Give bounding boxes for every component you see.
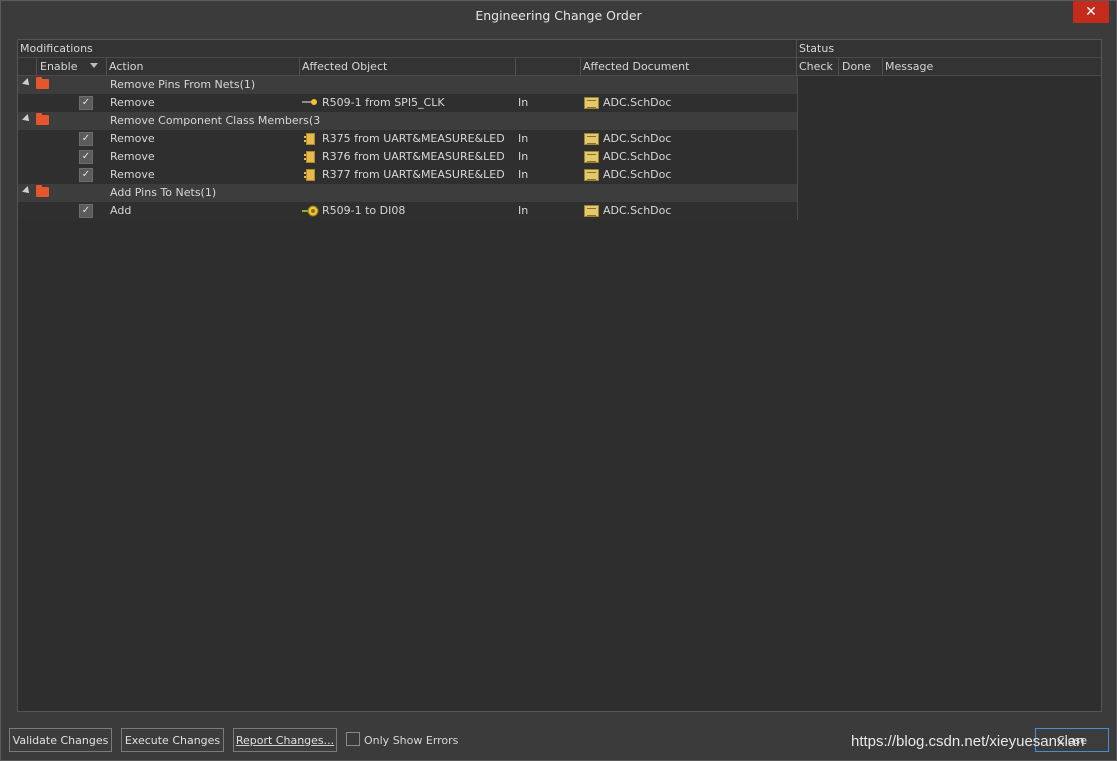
report-changes-button[interactable]: Report Changes...: [233, 728, 337, 752]
group-label: Remove Component Class Members(3: [110, 114, 321, 127]
change-row[interactable]: ✓ Remove R375 from UART&MEASURE&LED In A…: [18, 130, 798, 148]
component-icon: [304, 169, 315, 181]
change-row[interactable]: ✓ Add R509-1 to DI08 In ADC.SchDoc: [18, 202, 798, 220]
component-icon: [304, 151, 315, 163]
group-row[interactable]: Remove Component Class Members(3: [18, 112, 798, 130]
enable-checkbox[interactable]: ✓: [79, 132, 93, 146]
title-bar: Engineering Change Order ✕: [1, 1, 1116, 31]
group-label: Add Pins To Nets(1): [110, 186, 217, 199]
ecp-dialog: Engineering Change Order ✕ Modifications…: [0, 0, 1117, 761]
changes-grid: Modifications Status Enable Action Affec…: [17, 39, 1102, 712]
schdoc-icon: [584, 97, 599, 109]
schdoc-icon: [584, 169, 599, 181]
direction-cell: In: [518, 204, 529, 217]
header-row-columns: Enable Action Affected Object Affected D…: [18, 58, 1101, 76]
folder-icon: [36, 77, 49, 89]
folder-icon: [36, 113, 49, 125]
enable-checkbox[interactable]: ✓: [79, 168, 93, 182]
folder-icon: [36, 185, 49, 197]
affected-object-cell: R375 from UART&MEASURE&LED: [322, 132, 505, 145]
check-column-header[interactable]: Check: [799, 60, 833, 73]
action-cell: Remove: [110, 132, 155, 145]
direction-cell: In: [518, 96, 529, 109]
enable-checkbox[interactable]: ✓: [79, 96, 93, 110]
affected-document-cell: ADC.SchDoc: [603, 168, 672, 181]
affected-object-cell: R376 from UART&MEASURE&LED: [322, 150, 505, 163]
group-row[interactable]: Add Pins To Nets(1): [18, 184, 798, 202]
action-cell: Remove: [110, 168, 155, 181]
action-column-header[interactable]: Action: [109, 60, 143, 73]
collapse-triangle-icon[interactable]: [22, 114, 32, 124]
change-row[interactable]: ✓ Remove R376 from UART&MEASURE&LED In A…: [18, 148, 798, 166]
change-row[interactable]: ✓ Remove R509-1 from SPI5_CLK In ADC.Sch…: [18, 94, 798, 112]
affected-object-cell: R509-1 to DI08: [322, 204, 406, 217]
affected-object-cell: R509-1 from SPI5_CLK: [322, 96, 445, 109]
schdoc-icon: [584, 205, 599, 217]
message-column-header[interactable]: Message: [885, 60, 933, 73]
component-icon: [304, 133, 315, 145]
group-row[interactable]: Remove Pins From Nets(1): [18, 76, 798, 94]
filter-dropdown-icon[interactable]: [90, 63, 98, 68]
pin-icon: [302, 97, 318, 107]
dialog-title: Engineering Change Order: [475, 8, 642, 23]
enable-column-header[interactable]: Enable: [40, 60, 77, 73]
only-show-errors-label: Only Show Errors: [364, 734, 459, 747]
action-cell: Remove: [110, 96, 155, 109]
collapse-triangle-icon[interactable]: [22, 186, 32, 196]
close-window-icon[interactable]: ✕: [1073, 1, 1109, 23]
affected-document-cell: ADC.SchDoc: [603, 150, 672, 163]
watermark-url: https://blog.csdn.net/xieyuesanxian: [851, 733, 1085, 750]
schdoc-icon: [584, 151, 599, 163]
affected-object-cell: R377 from UART&MEASURE&LED: [322, 168, 505, 181]
done-column-header[interactable]: Done: [842, 60, 871, 73]
modifications-header: Modifications: [20, 42, 93, 55]
direction-cell: In: [518, 132, 529, 145]
affected-document-column-header[interactable]: Affected Document: [583, 60, 689, 73]
affected-object-column-header[interactable]: Affected Object: [302, 60, 387, 73]
affected-document-cell: ADC.SchDoc: [603, 96, 672, 109]
affected-document-cell: ADC.SchDoc: [603, 204, 672, 217]
direction-cell: In: [518, 150, 529, 163]
enable-checkbox[interactable]: ✓: [79, 150, 93, 164]
status-header: Status: [799, 42, 835, 55]
only-show-errors-checkbox[interactable]: [346, 732, 360, 746]
affected-document-cell: ADC.SchDoc: [603, 132, 672, 145]
group-label: Remove Pins From Nets(1): [110, 78, 256, 91]
execute-changes-button[interactable]: Execute Changes: [121, 728, 224, 752]
action-cell: Remove: [110, 150, 155, 163]
validate-changes-button[interactable]: Validate Changes: [9, 728, 112, 752]
schdoc-icon: [584, 133, 599, 145]
header-row-top: Modifications Status: [18, 40, 1101, 58]
action-cell: Add: [110, 204, 132, 217]
direction-cell: In: [518, 168, 529, 181]
add-pin-icon: [302, 205, 320, 217]
collapse-triangle-icon[interactable]: [22, 78, 32, 88]
status-column-divider: [797, 76, 798, 220]
enable-checkbox[interactable]: ✓: [79, 204, 93, 218]
change-row[interactable]: ✓ Remove R377 from UART&MEASURE&LED In A…: [18, 166, 798, 184]
